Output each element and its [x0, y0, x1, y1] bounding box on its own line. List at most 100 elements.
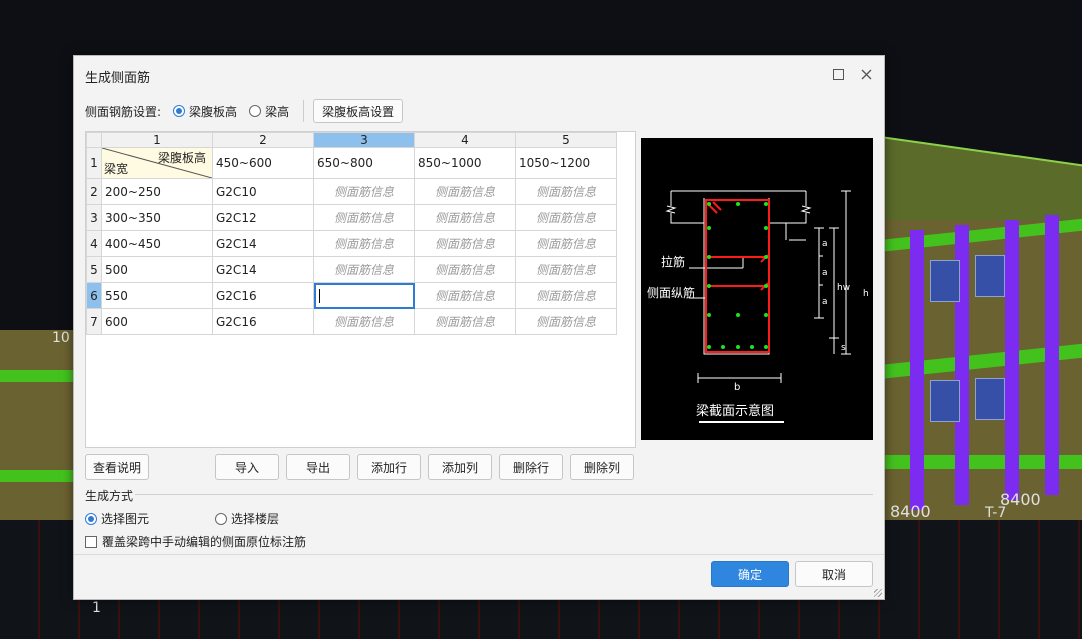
table-row: 2 200~250 G2C10 侧面筋信息 侧面筋信息 侧面筋信息: [86, 178, 617, 205]
table-cell-placeholder[interactable]: 侧面筋信息: [515, 282, 617, 309]
delete-column-button[interactable]: 删除列: [570, 454, 634, 480]
close-button[interactable]: [855, 64, 877, 84]
table-row: 3 300~350 G2C12 侧面筋信息 侧面筋信息 侧面筋信息: [86, 204, 617, 231]
row-header[interactable]: 1: [86, 147, 102, 179]
table-cell[interactable]: G2C14: [212, 230, 314, 257]
table-cell[interactable]: 400~450: [101, 230, 213, 257]
side-rebar-setting-row: 侧面钢筋设置: 梁腹板高 梁高 梁腹板高设置: [85, 99, 404, 123]
radio-unchecked-icon: [215, 512, 227, 525]
table-cell[interactable]: 550: [101, 282, 213, 309]
tie-bar-label: 拉筋: [661, 254, 685, 269]
table-cell[interactable]: G2C14: [212, 256, 314, 283]
axis-label: T-7: [985, 505, 1007, 521]
table-cell[interactable]: 650~800: [313, 147, 415, 179]
table-cell[interactable]: 450~600: [212, 147, 314, 179]
radio-select-floor[interactable]: 选择楼层: [215, 510, 279, 527]
table-cell-editing[interactable]: [313, 282, 415, 309]
table-cell-placeholder[interactable]: 侧面筋信息: [414, 178, 516, 205]
delete-row-button[interactable]: 删除行: [499, 454, 563, 480]
help-button[interactable]: 查看说明: [85, 454, 149, 480]
dimension-label: 8400: [890, 502, 931, 521]
cancel-button[interactable]: 取消: [795, 561, 873, 587]
table-cell[interactable]: 500: [101, 256, 213, 283]
table-cell-placeholder[interactable]: 侧面筋信息: [515, 230, 617, 257]
table-cell[interactable]: 850~1000: [414, 147, 516, 179]
column-header-selected[interactable]: 3: [313, 132, 415, 148]
table-row: 5 500 G2C14 侧面筋信息 侧面筋信息 侧面筋信息: [86, 256, 617, 283]
radio-label: 选择图元: [101, 512, 150, 526]
table-cell-placeholder[interactable]: 侧面筋信息: [414, 230, 516, 257]
column-header[interactable]: 5: [515, 132, 617, 148]
generation-mode-title: 生成方式: [85, 489, 134, 503]
table-cell-placeholder[interactable]: 侧面筋信息: [313, 204, 415, 231]
add-row-button[interactable]: 添加行: [357, 454, 421, 480]
table-cell-placeholder[interactable]: 侧面筋信息: [313, 256, 415, 283]
title-bar[interactable]: 生成侧面筋: [74, 56, 884, 92]
table-cell-placeholder[interactable]: 侧面筋信息: [414, 204, 516, 231]
diagonal-header-cell: 梁腹板高 梁宽: [101, 147, 213, 179]
radio-web-height[interactable]: 梁腹板高: [173, 103, 237, 120]
row-header[interactable]: 5: [86, 256, 102, 283]
dim-a-label: a: [822, 268, 828, 278]
close-icon: [861, 69, 871, 79]
web-height-setting-button[interactable]: 梁腹板高设置: [313, 99, 404, 123]
table-row: 4 400~450 G2C14 侧面筋信息 侧面筋信息 侧面筋信息: [86, 230, 617, 257]
overwrite-checkbox[interactable]: 覆盖梁跨中手动编辑的侧面原位标注筋: [85, 533, 306, 550]
row-header[interactable]: 3: [86, 204, 102, 231]
radio-label: 梁腹板高: [189, 104, 238, 119]
table-cell-placeholder[interactable]: 侧面筋信息: [414, 256, 516, 283]
beam-section-diagram: 拉筋 侧面纵筋 a a a hw h s b 梁截面示意图: [641, 138, 873, 440]
table-cell-placeholder[interactable]: 侧面筋信息: [313, 230, 415, 257]
corner-top-label: 梁腹板高: [157, 151, 206, 165]
add-column-button[interactable]: 添加列: [428, 454, 492, 480]
table-cell-placeholder[interactable]: 侧面筋信息: [313, 178, 415, 205]
table-cell-placeholder[interactable]: 侧面筋信息: [515, 256, 617, 283]
dim-a-label: a: [822, 297, 828, 307]
column: [1045, 215, 1059, 495]
column-header[interactable]: 4: [414, 132, 516, 148]
window: [975, 378, 1005, 420]
generate-side-rebar-dialog: 生成侧面筋 侧面钢筋设置: 梁腹板高 梁高 梁腹板高设置 1 2 3 4 5 1: [73, 55, 885, 600]
axis-number: 10: [52, 330, 70, 346]
row-header[interactable]: 4: [86, 230, 102, 257]
maximize-button[interactable]: [827, 64, 849, 84]
table-cell[interactable]: G2C12: [212, 204, 314, 231]
resize-grip-icon[interactable]: [874, 589, 882, 597]
column: [910, 230, 924, 510]
window: [930, 260, 960, 302]
table-cell-placeholder[interactable]: 侧面筋信息: [414, 282, 516, 309]
column-header[interactable]: 2: [212, 132, 314, 148]
table-cell[interactable]: 1050~1200: [515, 147, 617, 179]
beam-section-drawing: 拉筋 侧面纵筋 a a a hw h s b 梁截面示意图: [647, 190, 869, 423]
radio-beam-height[interactable]: 梁高: [249, 103, 289, 120]
table-cell-placeholder[interactable]: 侧面筋信息: [414, 308, 516, 335]
table-cell-placeholder[interactable]: 侧面筋信息: [515, 308, 617, 335]
corner-header: [86, 132, 102, 148]
row-header[interactable]: 7: [86, 308, 102, 335]
import-button[interactable]: 导入: [215, 454, 279, 480]
maximize-icon: [832, 68, 844, 80]
ok-button[interactable]: 确定: [711, 561, 789, 587]
table-cell-placeholder[interactable]: 侧面筋信息: [313, 308, 415, 335]
beam-slab: [0, 470, 74, 482]
row-header[interactable]: 2: [86, 178, 102, 205]
dim-h-label: h: [863, 289, 869, 299]
table-cell-placeholder[interactable]: 侧面筋信息: [515, 178, 617, 205]
table-cell[interactable]: 200~250: [101, 178, 213, 205]
radio-select-element[interactable]: 选择图元: [85, 510, 149, 527]
axis-number: 1: [92, 600, 101, 616]
column-header[interactable]: 1: [101, 132, 213, 148]
table-cell-placeholder[interactable]: 侧面筋信息: [515, 204, 617, 231]
radio-label: 选择楼层: [231, 512, 280, 526]
table-cell[interactable]: G2C16: [212, 308, 314, 335]
table-cell[interactable]: 300~350: [101, 204, 213, 231]
export-button[interactable]: 导出: [286, 454, 350, 480]
table-cell[interactable]: 600: [101, 308, 213, 335]
radio-label: 梁高: [265, 104, 290, 119]
row-header-selected[interactable]: 6: [86, 282, 102, 309]
beam-slab: [0, 370, 74, 382]
table-cell[interactable]: G2C10: [212, 178, 314, 205]
corner-bottom-label: 梁宽: [104, 162, 129, 176]
diagram-caption: 梁截面示意图: [696, 403, 774, 419]
table-cell[interactable]: G2C16: [212, 282, 314, 309]
